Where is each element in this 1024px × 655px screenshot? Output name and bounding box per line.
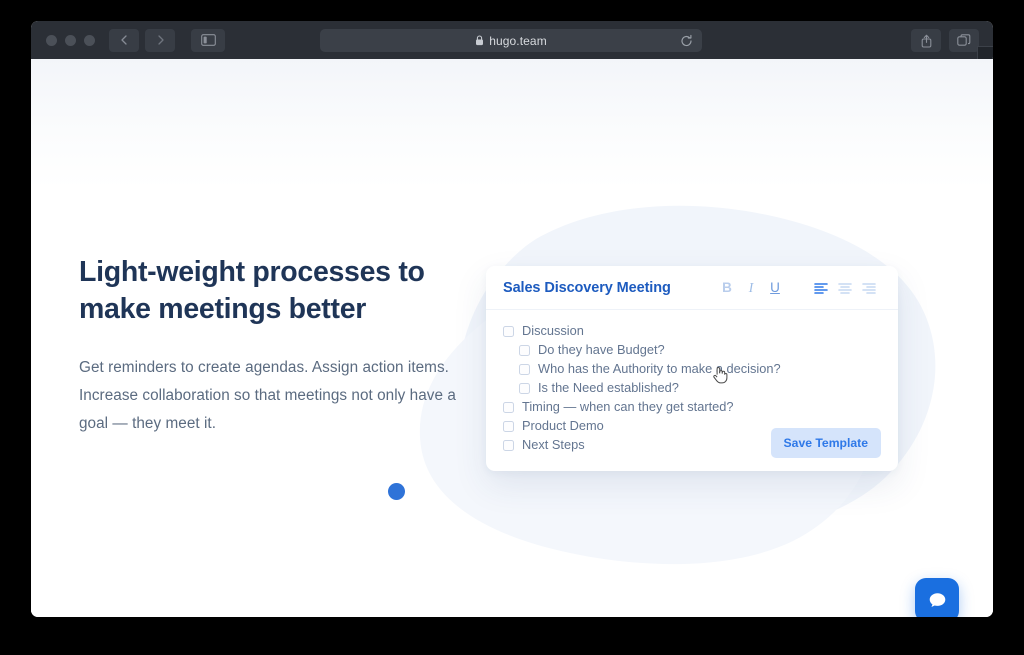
hero-description: Get reminders to create agendas. Assign … [79,359,456,432]
checklist-item-label: Discussion [522,323,584,339]
checkbox-icon[interactable] [503,402,514,413]
align-center-icon [838,282,852,294]
checkbox-icon[interactable] [519,383,530,394]
checklist-item[interactable]: Is the Need established? [503,379,881,398]
sidebar-toggle-icon [200,34,216,46]
navigation-buttons [109,28,225,52]
align-left-button[interactable] [809,276,833,300]
maximize-window-button[interactable] [84,34,95,46]
carousel-dot-indicator[interactable] [388,483,405,500]
checklist-item-label: Product Demo [522,418,604,434]
back-button[interactable] [109,28,139,52]
checklist-item-label: Who has the Authority to make a decision… [538,361,781,377]
checkbox-icon[interactable] [503,440,514,451]
checklist-body: Discussion Do they have Budget? Who has … [486,310,898,471]
minimize-window-button[interactable] [65,34,76,46]
chevron-left-icon [120,35,127,45]
tab-overview-icon [957,34,971,46]
checklist-item[interactable]: Do they have Budget? [503,341,881,360]
align-right-icon [862,282,876,294]
text-align-group [809,276,881,300]
align-left-icon [814,282,828,294]
reload-icon[interactable] [680,34,693,47]
checklist-item-label: Is the Need established? [538,380,679,396]
forward-button[interactable] [145,28,175,52]
browser-window: hugo.team Light-weight processes to make… [31,21,993,617]
chat-bubble-icon [929,592,945,607]
checklist-item-label: Do they have Budget? [538,342,665,358]
card-header: Sales Discovery Meeting B I U [486,266,898,310]
align-right-button[interactable] [857,276,881,300]
checkbox-icon[interactable] [503,326,514,337]
save-template-button[interactable]: Save Template [770,428,881,458]
page-top-gradient [31,59,993,189]
text-style-group: B I U [715,276,787,300]
close-window-button[interactable] [46,34,57,46]
address-bar-container: hugo.team [320,29,702,52]
window-controls[interactable] [46,34,95,46]
url-text: hugo.team [489,33,547,48]
checkbox-icon[interactable] [519,364,530,375]
checklist-item-label: Timing — when can they get started? [522,399,734,415]
align-center-button[interactable] [833,276,857,300]
underline-button[interactable]: U [763,276,787,300]
address-bar[interactable]: hugo.team [320,29,702,52]
chat-widget-button[interactable] [915,578,959,617]
card-title: Sales Discovery Meeting [503,279,671,296]
checklist-item-label: Next Steps [522,437,585,453]
share-button[interactable] [911,29,941,52]
share-icon [921,34,931,48]
page-title: Light-weight processes to make meetings … [79,256,425,325]
bold-button[interactable]: B [715,276,739,300]
hero-section: Light-weight processes to make meetings … [79,254,459,438]
lock-icon [476,35,484,46]
toolbar-right [911,29,979,52]
sidebar-toggle-button[interactable] [191,28,225,52]
meeting-template-card: Sales Discovery Meeting B I U Discussion… [486,266,898,471]
text-format-toolbar: B I U [715,276,881,300]
checkbox-icon[interactable] [503,421,514,432]
browser-titlebar: hugo.team [31,21,993,78]
italic-button[interactable]: I [739,276,763,300]
checklist-item[interactable]: Timing — when can they get started? [503,398,881,417]
checklist-item[interactable]: Who has the Authority to make a decision… [503,360,881,379]
tab-overview-button[interactable] [949,29,979,52]
checkbox-icon[interactable] [519,345,530,356]
chevron-right-icon [157,35,164,45]
page-content: Light-weight processes to make meetings … [31,59,993,617]
checklist-item[interactable]: Discussion [503,322,881,341]
